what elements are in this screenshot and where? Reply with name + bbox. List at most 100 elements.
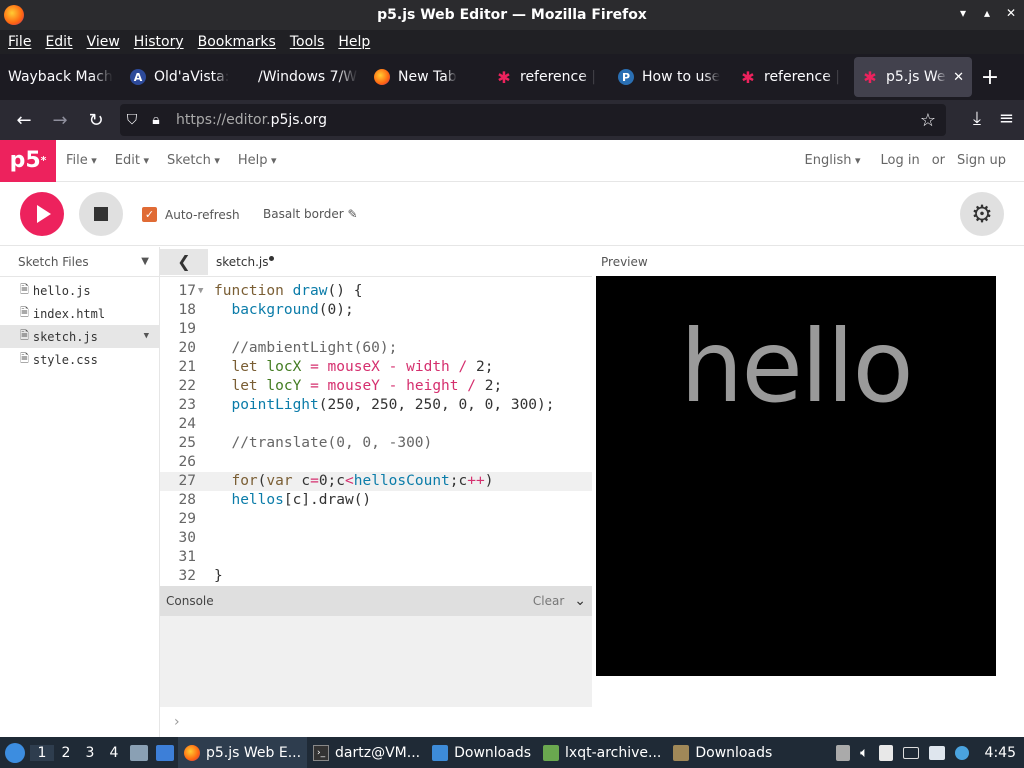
play-button[interactable] — [20, 192, 64, 236]
file-item[interactable]: 🗎︎ hello.js — [0, 279, 159, 302]
code-line[interactable]: 30 — [160, 529, 592, 548]
code-line[interactable]: 31 — [160, 548, 592, 567]
menu-tools[interactable]: Tools — [290, 34, 325, 50]
code-line[interactable]: 20 //ambientLight(60); — [160, 339, 592, 358]
browser-tab[interactable]: ✱ reference | — [488, 57, 610, 97]
shield-icon[interactable]: ⛉ — [120, 112, 144, 128]
code-line[interactable]: 23 pointLight(250, 250, 250, 0, 0, 300); — [160, 396, 592, 415]
hamburger-menu-icon[interactable]: ≡ — [999, 108, 1014, 129]
browser-tab[interactable]: New Tab — [366, 57, 488, 97]
code-text[interactable]: background(0); — [214, 301, 353, 320]
clipboard-icon[interactable] — [878, 744, 893, 761]
menu-bookmarks[interactable]: Bookmarks — [198, 34, 276, 50]
keyboard-icon[interactable] — [902, 746, 919, 759]
volume-icon[interactable]: 🔈︎ — [860, 745, 868, 761]
browser-tab[interactable]: Wayback Mach — [0, 57, 122, 97]
menu-view[interactable]: View — [87, 34, 120, 50]
file-item-selected[interactable]: 🗎︎ sketch.js ▼ — [0, 325, 159, 348]
code-text[interactable]: pointLight(250, 250, 250, 0, 0, 300); — [214, 396, 554, 415]
code-text[interactable]: //ambientLight(60); — [214, 339, 397, 358]
auto-refresh-toggle[interactable]: ✓ Auto-refresh — [142, 207, 240, 222]
editor-file-tab[interactable]: sketch.js — [216, 255, 275, 269]
url-text[interactable]: https://editor.p5js.org — [176, 112, 327, 128]
file-options-caret-icon[interactable]: ▼ — [144, 331, 149, 341]
minimize-icon[interactable]: ▾ — [956, 6, 970, 20]
taskbar-task[interactable]: ›_ dartz@VM... — [307, 737, 426, 768]
new-tab-icon[interactable]: + — [972, 65, 1008, 90]
code-line[interactable]: 32} — [160, 567, 592, 585]
code-line[interactable]: 24 — [160, 415, 592, 434]
p5-logo[interactable]: p5 * — [0, 139, 56, 182]
code-line[interactable]: 19 — [160, 320, 592, 339]
code-text[interactable]: let locY = mouseY - height / 2; — [214, 377, 502, 396]
file-item[interactable]: 🗎︎ style.css — [0, 348, 159, 371]
sketch-files-header[interactable]: Sketch Files ▼ — [0, 247, 159, 277]
p5-menu-help[interactable]: Help — [238, 153, 277, 168]
taskbar-task[interactable]: Downloads — [426, 737, 537, 768]
start-menu-icon[interactable] — [0, 737, 30, 768]
code-line[interactable]: 18 background(0); — [160, 301, 592, 320]
file-item[interactable]: 🗎︎ index.html — [0, 302, 159, 325]
url-bar[interactable]: ⛉ 🔒︎ https://editor.p5js.org ☆ — [120, 104, 946, 136]
settings-gear-icon[interactable]: ⚙ — [960, 192, 1004, 236]
maximize-icon[interactable]: ▴ — [980, 6, 994, 20]
code-text[interactable]: } — [214, 567, 223, 585]
screenshot-icon[interactable] — [836, 744, 851, 761]
menu-history[interactable]: History — [134, 34, 184, 50]
forward-icon[interactable]: → — [42, 110, 78, 131]
workspace-4[interactable]: 4 — [102, 745, 126, 761]
chevron-down-icon[interactable]: ⌄ — [574, 593, 586, 609]
code-line[interactable]: 28 hellos[c].draw() — [160, 491, 592, 510]
code-line[interactable]: 21 let locX = mouseX - width / 2; — [160, 358, 592, 377]
code-text[interactable]: for(var c=0;c<hellosCount;c++) — [214, 472, 493, 491]
back-icon[interactable]: ← — [6, 110, 42, 131]
code-text[interactable]: let locX = mouseX - width / 2; — [214, 358, 493, 377]
menu-file[interactable]: File — [8, 34, 31, 50]
code-line[interactable]: 27 for(var c=0;c<hellosCount;c++) — [160, 472, 592, 491]
checkbox-checked-icon[interactable]: ✓ — [142, 207, 157, 222]
window-titlebar[interactable]: p5.js Web Editor — Mozilla Firefox ▾ ▴ ✕ — [0, 0, 1024, 30]
code-line[interactable]: 17 ▼ function draw() { — [160, 282, 592, 301]
menu-help[interactable]: Help — [338, 34, 370, 50]
stop-button[interactable] — [79, 192, 123, 236]
notification-icon[interactable] — [954, 745, 969, 760]
signup-link[interactable]: Sign up — [957, 153, 1006, 168]
code-line[interactable]: 25 //translate(0, 0, -300) — [160, 434, 592, 453]
reload-icon[interactable]: ↻ — [78, 110, 114, 131]
console-clear-button[interactable]: Clear — [533, 594, 564, 608]
close-tab-icon[interactable]: ✕ — [953, 70, 964, 85]
window-icon[interactable] — [156, 744, 174, 761]
sketch-name[interactable]: Basalt border ✎ — [263, 207, 358, 221]
code-editor[interactable]: 17 ▼ function draw() {18 background(0); 19 2… — [160, 277, 592, 585]
login-link[interactable]: Log in — [881, 153, 920, 168]
preview-canvas[interactable]: hello — [596, 276, 996, 676]
code-text[interactable]: hellos[c].draw() — [214, 491, 371, 510]
code-line[interactable]: 22 let locY = mouseY - height / 2; — [160, 377, 592, 396]
clock[interactable]: 4:45 — [985, 745, 1016, 761]
bookmark-star-icon[interactable]: ☆ — [920, 110, 936, 131]
lock-icon[interactable]: 🔒︎ — [144, 112, 168, 128]
code-line[interactable]: 26 — [160, 453, 592, 472]
taskbar-task[interactable]: lxqt-archive... — [537, 737, 667, 768]
browser-tab[interactable]: P How to use — [610, 57, 732, 97]
taskbar-task[interactable]: Downloads — [667, 737, 778, 768]
downloads-icon[interactable]: ⤓ — [973, 108, 981, 129]
browser-tab[interactable]: /Windows 7/Wi — [244, 57, 366, 97]
workspace-2[interactable]: 2 — [54, 745, 78, 761]
code-text[interactable]: //translate(0, 0, -300) — [214, 434, 432, 453]
caret-down-icon[interactable]: ▼ — [141, 256, 149, 267]
code-text[interactable]: function draw() { — [214, 282, 362, 301]
close-icon[interactable]: ✕ — [1004, 6, 1018, 20]
p5-menu-file[interactable]: File — [66, 153, 97, 168]
collapse-sidebar-chevron-left-icon[interactable]: ❮ — [160, 249, 208, 275]
console-input[interactable]: › — [160, 707, 592, 737]
workspace-3[interactable]: 3 — [78, 745, 102, 761]
fold-caret-icon[interactable]: ▼ — [198, 282, 203, 301]
show-desktop-icon[interactable] — [130, 744, 148, 761]
language-select[interactable]: English — [805, 153, 861, 168]
taskbar-task[interactable]: p5.js Web E... — [178, 737, 308, 768]
code-line[interactable]: 29 — [160, 510, 592, 529]
workspace-1[interactable]: 1 — [30, 744, 54, 761]
network-icon[interactable] — [928, 745, 945, 760]
browser-tab[interactable]: A Old'aVista: — [122, 57, 244, 97]
